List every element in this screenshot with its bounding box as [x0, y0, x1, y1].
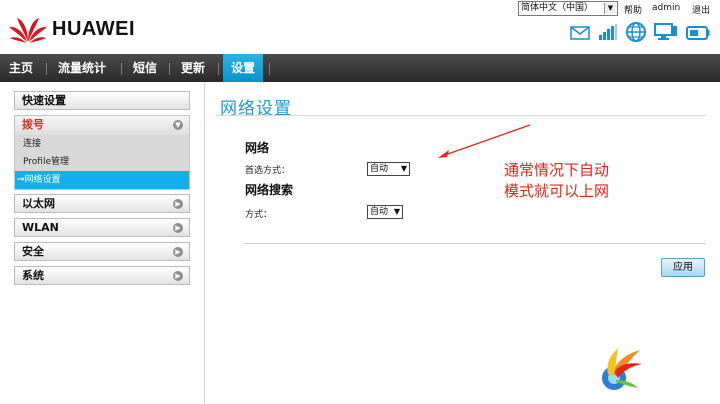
- nav-traffic-stats[interactable]: 流量统计: [58, 54, 106, 82]
- help-link[interactable]: 帮助: [624, 3, 642, 16]
- sidebar-item-system[interactable]: 系统 ▶: [14, 266, 190, 285]
- section-title-network: 网络: [245, 141, 270, 155]
- preferred-mode-label: 首选方式：: [245, 166, 291, 176]
- expand-chevron-icon: ▶: [173, 223, 183, 233]
- main-nav: 主页 流量统计 短信 更新 设置: [0, 54, 720, 82]
- sidebar-divider: [204, 82, 205, 404]
- preferred-mode-select[interactable]: 自动 ▼: [367, 162, 410, 176]
- chevron-down-icon: ▼: [393, 207, 400, 216]
- search-mode-label: 方式：: [245, 210, 273, 220]
- collapse-chevron-icon: ▼: [173, 120, 183, 130]
- title-divider: [216, 115, 706, 116]
- battery-icon: [686, 25, 710, 44]
- sidebar-item-quick-setup[interactable]: 快速设置: [14, 91, 190, 110]
- username: admin: [652, 3, 681, 13]
- annotation-text: 通常情况下自动 模式就可以上网: [504, 161, 610, 200]
- annotation-arrow-icon: [438, 124, 531, 158]
- nav-update[interactable]: 更新: [181, 54, 205, 82]
- signal-icon: [598, 24, 618, 44]
- nav-divider: [121, 63, 122, 75]
- expand-chevron-icon: ▶: [173, 271, 183, 281]
- expand-chevron-icon: ▶: [173, 247, 183, 257]
- content-divider: [244, 243, 706, 244]
- status-icons: [570, 22, 710, 46]
- nav-divider: [169, 63, 170, 75]
- chevron-down-icon: ▼: [400, 164, 407, 173]
- expand-chevron-icon: ▶: [173, 199, 183, 209]
- sidebar-subitem-network-settings[interactable]: ⇒网络设置: [15, 171, 189, 189]
- sidebar-item-wlan[interactable]: WLAN ▶: [14, 218, 190, 237]
- section-title-network-search: 网络搜索: [245, 183, 294, 197]
- internet-globe-icon: [626, 22, 646, 46]
- language-select[interactable]: 简体中文（中国） ▼: [518, 1, 618, 16]
- settings-sidebar: 快速设置 拨号 ▼ 连接 Profile管理 ⇒网络设置 以太网 ▶ WLAN …: [14, 91, 190, 290]
- nav-divider: [218, 63, 219, 75]
- search-mode-select[interactable]: 自动 ▼: [367, 205, 403, 219]
- sidebar-subitem-connection[interactable]: 连接: [15, 135, 189, 153]
- router-admin-page: HUAWEI 简体中文（中国） ▼ 帮助 admin 退出 主页 流量统计 短信…: [0, 0, 720, 404]
- sidebar-group-dialup: 拨号 ▼ 连接 Profile管理 ⇒网络设置: [14, 115, 190, 190]
- sidebar-item-ethernet[interactable]: 以太网 ▶: [14, 194, 190, 213]
- nav-divider: [46, 63, 47, 75]
- mail-icon[interactable]: [570, 25, 590, 44]
- chevron-down-icon: ▼: [604, 3, 616, 14]
- connected-pc-icon: [654, 23, 678, 45]
- sidebar-subitem-profile-management[interactable]: Profile管理: [15, 153, 189, 171]
- logout-link[interactable]: 退出: [692, 3, 710, 16]
- nav-home[interactable]: 主页: [9, 54, 33, 82]
- huawei-logo: [8, 14, 48, 48]
- nav-divider: [269, 63, 270, 75]
- sidebar-item-dialup[interactable]: 拨号 ▼: [15, 116, 189, 135]
- apply-button[interactable]: 应用: [661, 258, 705, 277]
- watermark-logo-icon: [602, 348, 642, 390]
- brand-name: HUAWEI: [52, 18, 135, 40]
- sidebar-item-security[interactable]: 安全 ▶: [14, 242, 190, 261]
- nav-sms[interactable]: 短信: [133, 54, 157, 82]
- nav-settings[interactable]: 设置: [223, 54, 264, 82]
